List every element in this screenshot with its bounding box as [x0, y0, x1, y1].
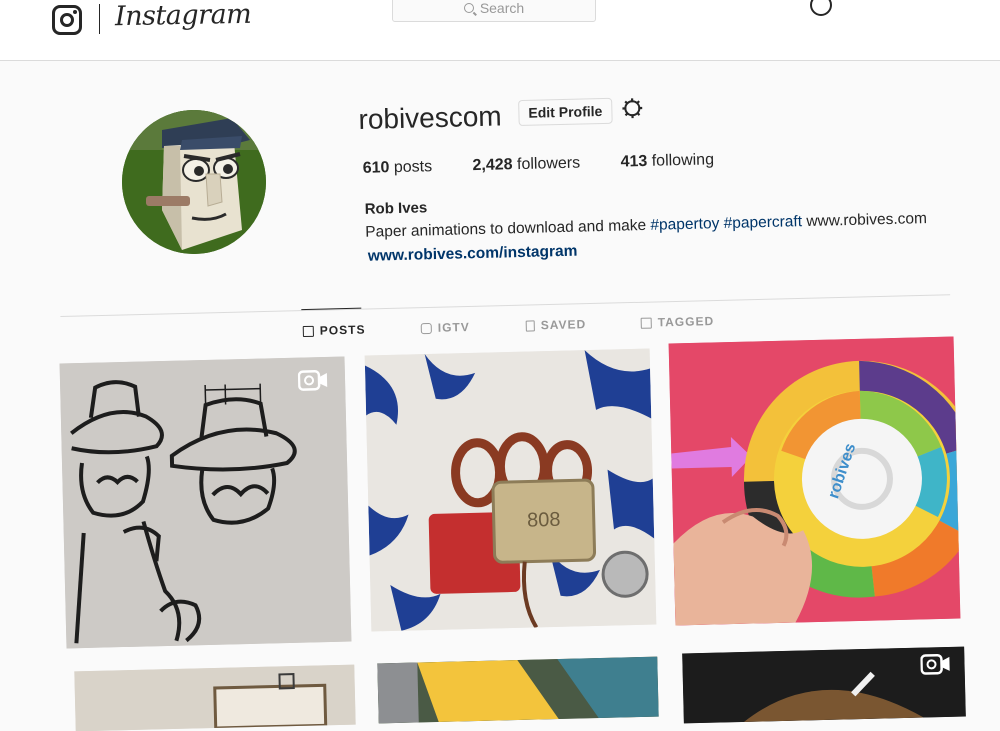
- tab-igtv-label: IGTV: [438, 320, 470, 335]
- following-count: 413: [620, 153, 647, 171]
- tab-posts[interactable]: POSTS: [303, 323, 366, 339]
- tabs-divider: [60, 294, 950, 317]
- post-image-wheel: robives: [669, 337, 961, 626]
- post-image-partial: [377, 657, 658, 724]
- profile-header: robivescom Edit Profile 610 posts 2,428 …: [356, 83, 980, 268]
- settings-gear-icon[interactable]: [622, 98, 642, 118]
- hashtag-link-papercraft[interactable]: #papercraft: [723, 213, 802, 232]
- profile-full-name: Rob Ives: [365, 199, 428, 218]
- post-thumbnail[interactable]: [60, 357, 352, 649]
- post-thumbnail[interactable]: [74, 665, 355, 731]
- posts-label: posts: [394, 158, 433, 176]
- tab-saved-label: SAVED: [541, 317, 587, 332]
- profile-external-link[interactable]: www.robives.com/instagram: [368, 243, 578, 266]
- tab-igtv[interactable]: IGTV: [421, 320, 470, 335]
- bookmark-icon: [526, 320, 535, 331]
- camera-dot-shape: [73, 10, 77, 14]
- posts-stat: 610 posts: [363, 158, 433, 177]
- profile-stats: 610 posts 2,428 followers 413 following: [363, 150, 751, 177]
- tab-posts-label: POSTS: [320, 323, 366, 338]
- tagged-icon: [641, 317, 652, 328]
- post-image-partial: [74, 665, 355, 731]
- tab-tagged[interactable]: TAGGED: [641, 314, 715, 330]
- edit-profile-button[interactable]: Edit Profile: [518, 98, 613, 126]
- video-icon: [920, 653, 951, 676]
- bio-website-text: www.robives.com: [806, 210, 927, 230]
- post-image-sketch: [60, 357, 352, 649]
- top-nav-bar: Instagram Search: [0, 0, 1000, 61]
- igtv-icon: [421, 322, 432, 333]
- post-thumbnail[interactable]: [682, 647, 966, 724]
- post-image-padlocks: 808: [365, 349, 657, 632]
- hashtag-link-papertoy[interactable]: #papertoy: [650, 215, 719, 234]
- followers-label: followers: [517, 155, 581, 174]
- posts-count: 610: [363, 159, 390, 177]
- logo-divider: [99, 4, 100, 34]
- camera-lens-shape: [60, 13, 74, 27]
- explore-icon[interactable]: [810, 0, 832, 16]
- post-thumbnail[interactable]: [377, 657, 658, 724]
- grid-icon: [303, 325, 314, 336]
- tab-tagged-label: TAGGED: [658, 314, 715, 329]
- profile-bio: Paper animations to download and make #p…: [365, 210, 927, 242]
- svg-text:808: 808: [527, 509, 561, 532]
- followers-count: 2,428: [472, 156, 512, 174]
- post-thumbnail[interactable]: robives: [669, 337, 961, 626]
- instagram-wordmark[interactable]: Instagram: [115, 0, 252, 32]
- search-input[interactable]: Search: [392, 0, 596, 22]
- profile-username: robivescom: [358, 100, 502, 135]
- post-thumbnail[interactable]: 808: [365, 349, 657, 632]
- video-icon: [298, 369, 329, 392]
- followers-stat[interactable]: 2,428 followers: [472, 155, 580, 175]
- avatar-image: [122, 110, 266, 254]
- instagram-logo-icon[interactable]: [52, 5, 82, 35]
- profile-avatar[interactable]: [122, 110, 266, 254]
- search-placeholder: Search: [480, 0, 524, 16]
- following-stat[interactable]: 413 following: [620, 151, 714, 170]
- tab-saved[interactable]: SAVED: [526, 317, 587, 332]
- search-icon: [464, 3, 474, 13]
- following-label: following: [652, 151, 715, 170]
- bio-text: Paper animations to download and make: [365, 217, 646, 241]
